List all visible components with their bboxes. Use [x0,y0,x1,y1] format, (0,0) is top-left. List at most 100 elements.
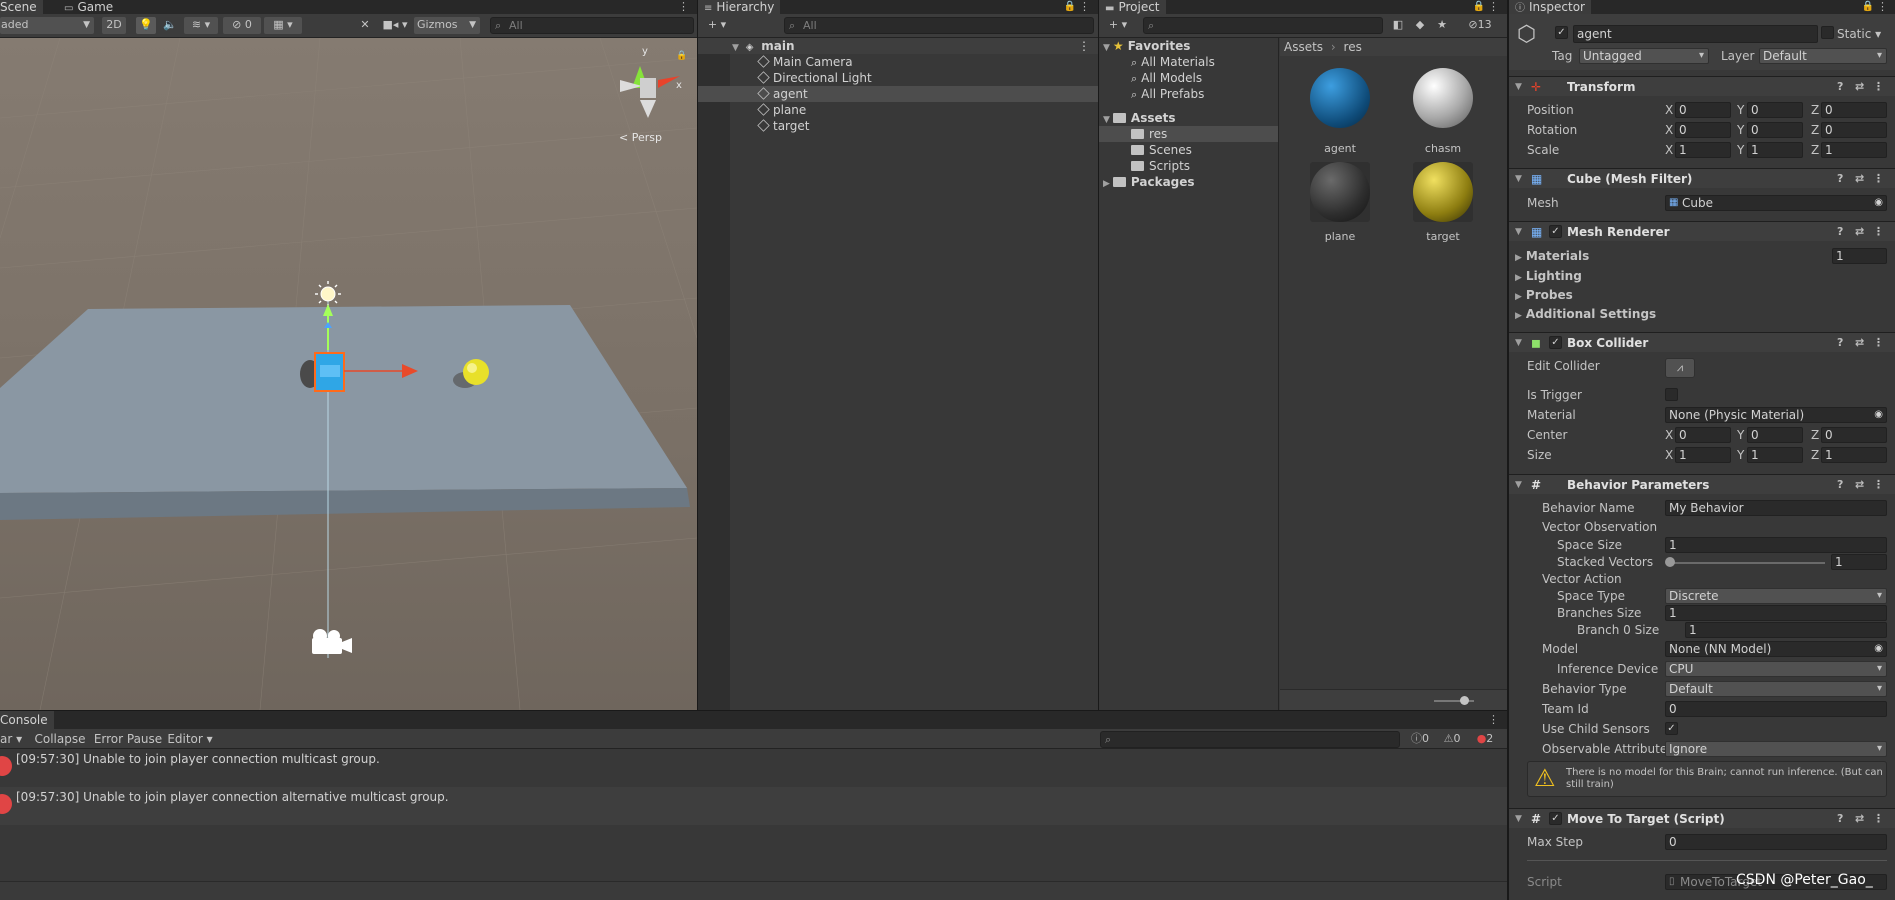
mesh-object-field[interactable]: ▦ Cube ◉ [1665,195,1887,211]
create-asset-button[interactable]: + ▾ [1105,17,1131,34]
object-picker-icon[interactable]: ◉ [1874,642,1883,656]
more-menu-icon[interactable]: ⋮ [1079,0,1090,14]
scene-viewport[interactable]: y x < Persp 🔒 [0,38,697,710]
console-log-row[interactable]: [09:57:30] Unable to join player connect… [0,749,1507,787]
assets-folder-row[interactable]: ▼ Assets [1099,110,1278,126]
effects-dropdown-icon[interactable]: ≋ ▾ [184,17,218,34]
behavior-type-dropdown[interactable]: Default [1665,681,1887,697]
rotation-z-field[interactable]: 0 [1821,122,1887,138]
hierarchy-item-plane[interactable]: plane [698,102,1098,118]
context-menu-icon[interactable]: ⋮ [1873,809,1884,829]
hierarchy-item-target[interactable]: target [698,118,1098,134]
more-menu-icon[interactable]: ⋮ [1488,713,1499,726]
log-count-toggle[interactable]: ⓘ0 [1406,731,1434,747]
stacked-vectors-slider[interactable] [1669,562,1825,564]
lock-icon[interactable]: 🔒 [1862,0,1874,14]
tab-scene[interactable]: Scene [0,0,43,14]
scale-x-field[interactable]: 1 [1675,142,1731,158]
size-z-field[interactable]: 1 [1821,447,1887,463]
collapse-button[interactable]: Collapse [34,731,86,747]
edit-collider-button[interactable]: ⩘ [1665,358,1695,378]
use-child-sensors-checkbox[interactable]: ✓ [1665,722,1678,735]
size-y-field[interactable]: 1 [1747,447,1803,463]
breadcrumb-assets[interactable]: Assets [1284,40,1323,54]
preset-icon[interactable]: ⇄ [1855,77,1864,97]
warning-count-toggle[interactable]: ⚠0 [1438,731,1466,747]
gizmos-dropdown[interactable]: Gizmos ▼ [414,17,480,34]
scene-root-row[interactable]: ▼ ◈ main ⋮ [698,38,1098,54]
team-id-field[interactable]: 0 [1665,701,1887,717]
materials-count-field[interactable]: 1 [1832,248,1887,264]
probes-foldout[interactable]: ▶ Probes [1515,287,1573,305]
tag-dropdown[interactable]: Untagged [1579,48,1709,64]
behavior-name-field[interactable]: My Behavior [1665,500,1887,516]
help-icon[interactable]: ? [1837,475,1843,495]
help-icon[interactable]: ? [1837,809,1843,829]
context-menu-icon[interactable]: ⋮ [1873,222,1884,242]
observable-attribute-dropdown[interactable]: Ignore [1665,741,1887,757]
stacked-vectors-field[interactable]: 1 [1831,554,1887,570]
hidden-packages-toggle[interactable]: ⊘13 [1455,17,1505,34]
position-z-field[interactable]: 0 [1821,102,1887,118]
max-step-field[interactable]: 0 [1665,834,1887,850]
help-icon[interactable]: ? [1837,77,1843,97]
help-icon[interactable]: ? [1837,169,1843,189]
position-y-field[interactable]: 0 [1747,102,1803,118]
search-by-label-icon[interactable]: ◆ [1411,17,1429,34]
tab-hierarchy[interactable]: ≡ Hierarchy [698,0,781,14]
audio-toggle-icon[interactable]: 🔈 [160,17,180,34]
hierarchy-item-main-camera[interactable]: Main Camera [698,54,1098,70]
model-field[interactable]: None (NN Model) ◉ [1665,641,1887,657]
favorites-row[interactable]: ▼ ★ Favorites [1099,38,1278,54]
help-icon[interactable]: ? [1837,333,1843,353]
move-to-target-enabled-checkbox[interactable]: ✓ [1549,812,1562,825]
transform-header[interactable]: ▼ ✛ Transform ? ⇄ ⋮ [1509,76,1895,96]
error-count-toggle[interactable]: ●2 [1470,731,1500,747]
space-size-field[interactable]: 1 [1665,537,1887,553]
slider-handle[interactable] [1460,696,1469,705]
search-by-type-icon[interactable]: ◧ [1389,17,1407,34]
camera-dropdown-icon[interactable]: ■◂ ▾ [380,17,410,34]
materials-foldout[interactable]: ▶ Materials [1515,248,1589,266]
object-picker-icon[interactable]: ◉ [1874,196,1883,210]
console-search-input[interactable]: ⌕ [1100,731,1400,748]
inference-device-dropdown[interactable]: CPU [1665,661,1887,677]
mesh-filter-header[interactable]: ▼ ▦ Cube (Mesh Filter) ? ⇄ ⋮ [1509,168,1895,188]
object-name-field[interactable]: agent [1573,25,1818,43]
grid-dropdown-icon[interactable]: ▦ ▾ [264,17,302,34]
packages-folder-row[interactable]: ▶ Packages [1099,174,1278,190]
hierarchy-search-input[interactable]: ⌕ All [784,17,1094,34]
box-collider-enabled-checkbox[interactable]: ✓ [1549,336,1562,349]
folder-scenes[interactable]: Scenes [1099,142,1278,158]
additional-settings-foldout[interactable]: ▶ Additional Settings [1515,306,1656,324]
error-pause-button[interactable]: Error Pause [92,731,164,747]
static-dropdown[interactable]: Static ▾ [1837,26,1881,42]
shading-mode-dropdown[interactable]: aded ▼ [0,17,94,34]
add-object-button[interactable]: + ▾ [704,17,730,34]
context-menu-icon[interactable]: ⋮ [1873,333,1884,353]
center-y-field[interactable]: 0 [1747,427,1803,443]
lighting-foldout[interactable]: ▶ Lighting [1515,268,1582,286]
move-to-target-header[interactable]: ▼ # ✓ Move To Target (Script) ? ⇄ ⋮ [1509,808,1895,828]
position-x-field[interactable]: 0 [1675,102,1731,118]
is-trigger-checkbox[interactable] [1665,388,1678,401]
preset-icon[interactable]: ⇄ [1855,333,1864,353]
project-search-input[interactable]: ⌕ [1143,17,1383,34]
lock-icon[interactable]: 🔒 [1064,0,1076,14]
slider-handle[interactable] [1665,557,1675,567]
more-menu-icon[interactable]: ⋮ [1488,0,1499,14]
editor-target-dropdown[interactable]: Editor ▾ [166,731,214,747]
lighting-toggle-icon[interactable]: 💡 [136,17,156,34]
physic-material-field[interactable]: None (Physic Material) ◉ [1665,407,1887,423]
preset-icon[interactable]: ⇄ [1855,475,1864,495]
mesh-renderer-header[interactable]: ▼ ▦ ✓ Mesh Renderer ? ⇄ ⋮ [1509,221,1895,241]
tab-game[interactable]: ▭ Game [58,0,120,14]
center-x-field[interactable]: 0 [1675,427,1731,443]
size-x-field[interactable]: 1 [1675,447,1731,463]
scene-more-icon[interactable]: ⋮ [1078,38,1090,54]
space-type-dropdown[interactable]: Discrete [1665,588,1887,604]
context-menu-icon[interactable]: ⋮ [1873,77,1884,97]
lock-icon[interactable]: 🔒 [1473,0,1485,14]
folder-scripts[interactable]: Scripts [1099,158,1278,174]
behavior-parameters-header[interactable]: ▼ # Behavior Parameters ? ⇄ ⋮ [1509,474,1895,494]
